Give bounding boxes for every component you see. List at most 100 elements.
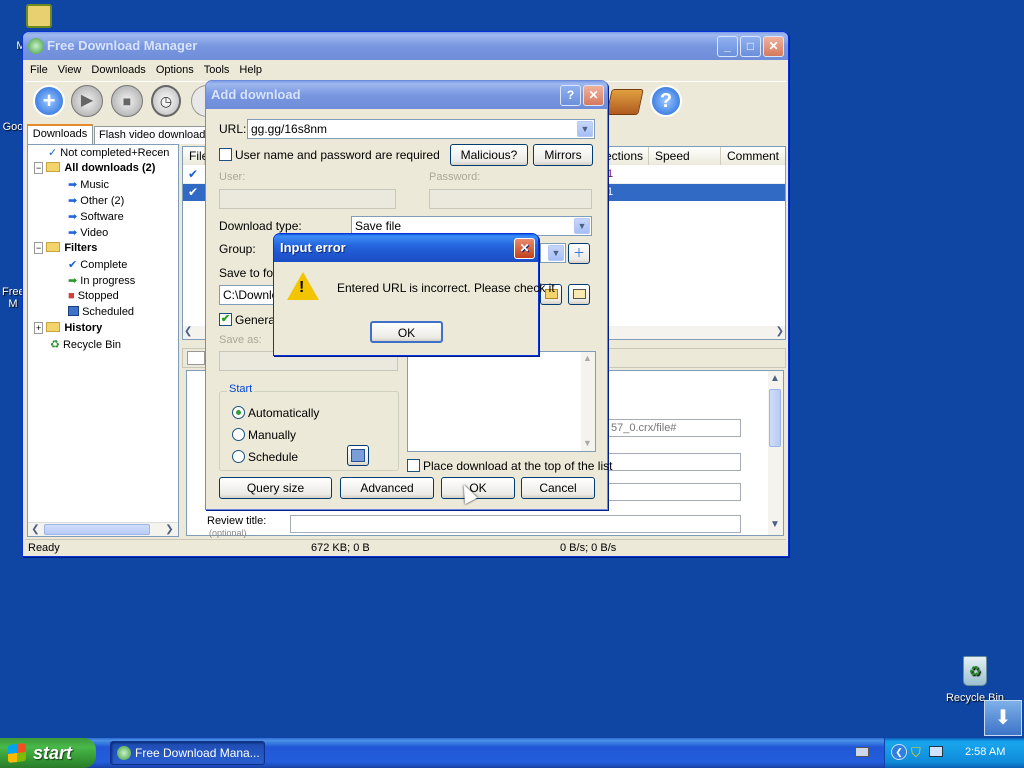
tab-downloads[interactable]: Downloads bbox=[27, 124, 93, 144]
tree-label: Video bbox=[80, 227, 109, 239]
tree-hscrollbar[interactable]: ❮ ❯ bbox=[28, 522, 178, 536]
network-icon[interactable] bbox=[929, 746, 943, 757]
group-select[interactable]: ▼ bbox=[540, 243, 566, 263]
auth-checkbox[interactable] bbox=[219, 148, 232, 161]
tree-filters[interactable]: − Filters bbox=[34, 242, 97, 254]
menu-options[interactable]: Options bbox=[151, 60, 199, 80]
ok-button[interactable]: OK bbox=[441, 477, 515, 499]
menu-file[interactable]: File bbox=[25, 60, 53, 80]
url-input[interactable]: gg.gg/16s8nm ▼ bbox=[247, 119, 595, 139]
comment-textarea[interactable]: ▲ ▼ bbox=[407, 351, 596, 452]
tree-complete[interactable]: ✔ Complete bbox=[68, 258, 127, 271]
help-button[interactable]: ? bbox=[560, 85, 581, 106]
scheduler-clock-icon[interactable]: ◷ bbox=[151, 85, 181, 117]
scroll-down-icon[interactable]: ▼ bbox=[770, 519, 780, 530]
detail-field-2 bbox=[607, 453, 741, 471]
schedule-radio[interactable] bbox=[232, 450, 245, 463]
tree-software[interactable]: ➡ Software bbox=[68, 210, 124, 223]
scroll-up-icon[interactable]: ▲ bbox=[583, 353, 592, 363]
review-title-input[interactable] bbox=[290, 515, 741, 533]
comment-vscrollbar[interactable]: ▲ ▼ bbox=[581, 352, 595, 451]
user-input[interactable] bbox=[219, 189, 396, 209]
generate-label: Generat bbox=[235, 313, 279, 327]
start-button[interactable]: start bbox=[0, 738, 96, 768]
cancel-button[interactable]: Cancel bbox=[521, 477, 595, 499]
column-speed[interactable]: Speed bbox=[649, 147, 721, 165]
desktop-icon-top[interactable] bbox=[26, 4, 54, 32]
details-vscrollbar[interactable]: ▲ ▼ bbox=[768, 371, 783, 535]
column-comment[interactable]: Comment bbox=[721, 147, 785, 165]
tree-other[interactable]: ➡ Other (2) bbox=[68, 194, 124, 207]
stop-download-icon[interactable]: ■ bbox=[111, 85, 143, 117]
error-ok-button[interactable]: OK bbox=[370, 321, 443, 343]
close-button[interactable]: ✕ bbox=[763, 36, 784, 57]
user-label: User: bbox=[219, 171, 246, 183]
menu-downloads[interactable]: Downloads bbox=[86, 60, 150, 80]
menu-tools[interactable]: Tools bbox=[199, 60, 235, 80]
input-error-title-bar[interactable]: Input error ✕ bbox=[274, 234, 538, 262]
scroll-down-icon[interactable]: ▼ bbox=[583, 438, 592, 448]
scroll-left-icon[interactable]: ❮ bbox=[29, 523, 42, 536]
fdm-drop-target-icon[interactable]: ⬇ bbox=[984, 700, 1022, 736]
tree-video[interactable]: ➡ Video bbox=[68, 226, 108, 239]
place-top-checkbox[interactable] bbox=[407, 459, 420, 472]
scroll-left-icon[interactable]: ❮ bbox=[184, 326, 192, 337]
group-label: Group: bbox=[219, 242, 256, 256]
tree-music[interactable]: ➡ Music bbox=[68, 178, 109, 191]
password-input[interactable] bbox=[429, 189, 592, 209]
books-icon[interactable] bbox=[606, 89, 644, 115]
details-tab-icon[interactable] bbox=[187, 351, 205, 365]
add-download-icon[interactable]: + bbox=[33, 85, 65, 117]
help-icon[interactable]: ? bbox=[650, 85, 682, 117]
tree-scheduled[interactable]: Scheduled bbox=[68, 306, 134, 318]
chevron-down-icon[interactable]: ▼ bbox=[574, 218, 590, 234]
malicious-button[interactable]: Malicious? bbox=[450, 144, 528, 166]
dialog-close-button[interactable]: ✕ bbox=[583, 85, 604, 106]
maximize-button[interactable]: □ bbox=[740, 36, 761, 57]
save-folder-input[interactable]: C:\Downlo bbox=[219, 285, 279, 305]
manual-radio[interactable] bbox=[232, 428, 245, 441]
column-file[interactable]: File bbox=[183, 147, 208, 165]
security-shield-icon[interactable]: ⛉ bbox=[911, 745, 921, 761]
add-group-icon[interactable]: ＋ bbox=[568, 243, 590, 264]
generate-checkbox[interactable]: ✔ bbox=[219, 313, 232, 326]
place-top-label: Place download at the top of the list bbox=[423, 459, 613, 473]
tree-history[interactable]: + History bbox=[34, 322, 102, 334]
menu-help[interactable]: Help bbox=[234, 60, 267, 80]
tree-recycle-bin[interactable]: ♻ Recycle Bin bbox=[50, 338, 121, 351]
query-size-button[interactable]: Query size bbox=[219, 477, 332, 499]
tray-chevron-icon[interactable]: ❮ bbox=[891, 744, 907, 760]
keyboard-icon[interactable] bbox=[855, 747, 869, 757]
taskbar-fdm-button[interactable]: Free Download Mana... bbox=[110, 741, 265, 765]
menu-view[interactable]: View bbox=[53, 60, 87, 80]
add-download-title-bar[interactable]: Add download ? ✕ bbox=[206, 81, 607, 109]
fdm-title-bar[interactable]: Free Download Manager _ □ ✕ bbox=[23, 32, 788, 60]
tree-not-completed[interactable]: ✓ Not completed+Recen bbox=[48, 146, 169, 159]
advanced-button[interactable]: Advanced bbox=[340, 477, 434, 499]
browse-folder-icon[interactable] bbox=[568, 284, 590, 305]
schedule-calendar-icon[interactable] bbox=[347, 445, 369, 466]
warning-icon: ! bbox=[287, 272, 319, 300]
review-optional-label: (optional) bbox=[209, 528, 247, 538]
tree-stopped[interactable]: ■ Stopped bbox=[68, 290, 119, 302]
start-download-icon[interactable]: ▶ bbox=[71, 85, 103, 117]
error-close-button[interactable]: ✕ bbox=[514, 238, 535, 259]
scroll-right-icon[interactable]: ❯ bbox=[163, 523, 176, 536]
auto-radio[interactable] bbox=[232, 406, 245, 419]
minimize-button[interactable]: _ bbox=[717, 36, 738, 57]
recycle-bin-desktop[interactable]: ♻ Recycle Bin bbox=[944, 656, 1006, 704]
tab-flash-video[interactable]: Flash video downloads bbox=[94, 126, 206, 144]
chevron-down-icon[interactable]: ▼ bbox=[548, 245, 564, 261]
tree-label: Complete bbox=[80, 259, 128, 271]
scroll-thumb[interactable] bbox=[44, 524, 150, 535]
chevron-down-icon[interactable]: ▼ bbox=[577, 121, 593, 137]
start-label: start bbox=[33, 743, 73, 763]
mirrors-button[interactable]: Mirrors bbox=[533, 144, 593, 166]
tree-in-progress[interactable]: ➡ In progress bbox=[68, 274, 135, 287]
scroll-right-icon[interactable]: ❯ bbox=[776, 326, 784, 337]
check-icon: ✔ bbox=[188, 167, 199, 181]
scroll-thumb[interactable] bbox=[769, 389, 781, 447]
tree-all-downloads[interactable]: − All downloads (2) bbox=[34, 162, 155, 174]
scroll-up-icon[interactable]: ▲ bbox=[770, 373, 780, 384]
add-download-title: Add download bbox=[211, 87, 301, 102]
